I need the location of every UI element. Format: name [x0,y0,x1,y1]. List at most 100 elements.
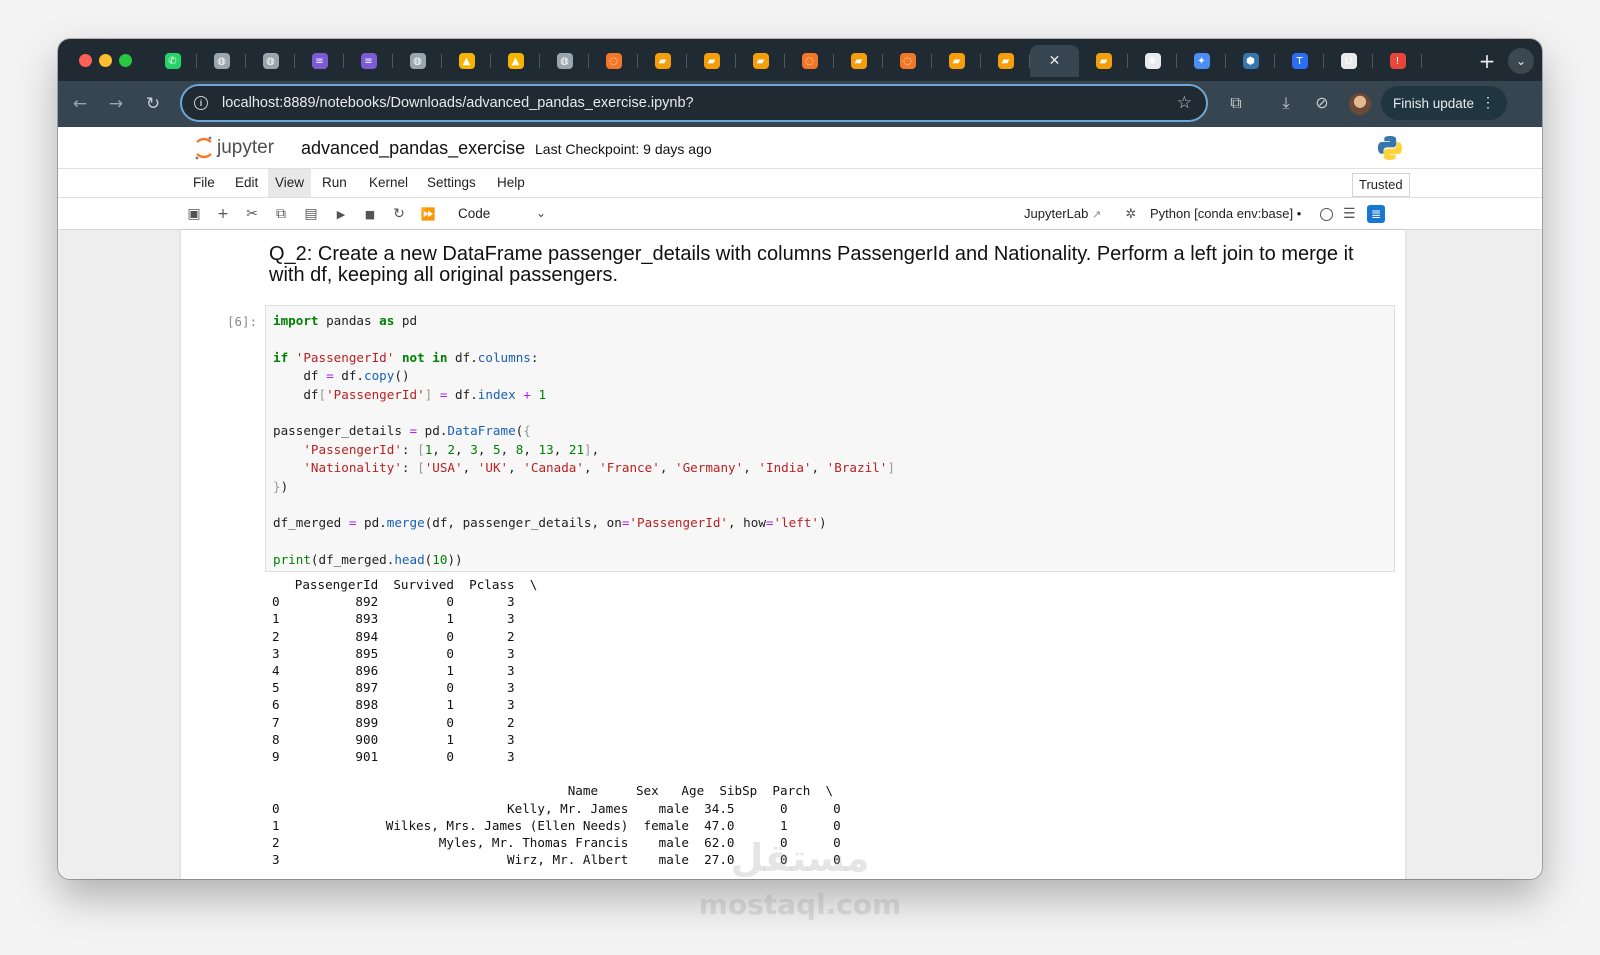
browser-tab[interactable]: ≡ [295,45,344,77]
globe-icon: ◍ [556,53,573,69]
menu-file[interactable]: File [186,169,222,197]
finish-update-button[interactable]: Finish update ⋮ [1381,86,1507,120]
site-info-icon[interactable]: i [194,96,208,110]
browser-tab[interactable]: ▰ [687,45,736,77]
back-icon[interactable]: ← [68,92,92,116]
browser-tab[interactable]: ▲ [491,45,540,77]
cell-output: PassengerId Survived Pclass \ 0 892 0 3 … [272,577,841,868]
list-icon: ≡ [311,53,328,69]
close-icon[interactable]: ✕ [1049,53,1061,69]
globe-icon: ◍ [409,53,426,69]
paste-icon[interactable]: ▤ [301,204,321,224]
browser-tab[interactable]: T [1275,45,1324,77]
cell-type-select[interactable]: Code [458,206,490,221]
execution-count: [6]: [227,314,258,329]
url-text[interactable]: localhost:8889/notebooks/Downloads/advan… [222,95,694,111]
browser-tab[interactable]: U [1324,45,1373,77]
bookmark-star-icon[interactable]: ☆ [1177,93,1192,113]
browser-tab[interactable]: ◍ [246,45,295,77]
browser-tab[interactable]: ◍ [197,45,246,77]
browser-tab[interactable]: ✕ [1030,45,1079,77]
tab-strip: ✆ ◍ ◍ ≡ ≡ ◍ ▲ ▲ ◍ ◌ ▰ ▰ ▰ ◌ ▰ ◌ ▰ ▰ ✕ ▰ ❀ ✦ ⬢ T U! + ⌄ [58,39,1542,81]
tab-list: ✆ ◍ ◍ ≡ ≡ ◍ ▲ ▲ ◍ ◌ ▰ ▰ ▰ ◌ ▰ ◌ ▰ ▰ ✕ ▰ ❀ ✦ ⬢ T U! [148,45,1422,77]
code-cell-editor[interactable]: import pandas as pd if 'PassengerId' not… [265,305,1395,572]
browser-tab[interactable]: ▰ [981,45,1030,77]
menu-view[interactable]: View [268,169,312,197]
forward-icon[interactable]: → [104,92,128,116]
browser-window: ✆ ◍ ◍ ≡ ≡ ◍ ▲ ▲ ◍ ◌ ▰ ▰ ▰ ◌ ▰ ◌ ▰ ▰ ✕ ▰ ❀ ✦ ⬢ T U! + ⌄ ← → ↻ i l… [58,39,1542,879]
kernel-name[interactable]: Python [conda env:base] • [1150,206,1301,221]
t-icon: T [1291,53,1308,69]
run-icon[interactable]: ▶ [331,204,351,224]
tab-search-button[interactable]: ⌄ [1508,48,1534,74]
run-all-icon[interactable]: ⏩ [418,204,438,224]
stop-icon[interactable]: ■ [360,204,380,224]
browser-toolbar: ← → ↻ i localhost:8889/notebooks/Downloa… [58,81,1542,127]
browser-tab[interactable]: ▰ [736,45,785,77]
browser-tab[interactable]: ◌ [883,45,932,77]
browser-tab[interactable]: ❀ [1128,45,1177,77]
reload-icon[interactable]: ↻ [141,92,165,116]
jupyter-header: jupyter advanced_pandas_exercise Last Ch… [58,127,1542,169]
extensions-icon[interactable]: ⧉ [1225,93,1247,113]
more-menu-icon[interactable]: ⋮ [1481,94,1495,111]
python-icon [1378,136,1402,160]
menu-run[interactable]: Run [315,169,354,197]
page-content: jupyter advanced_pandas_exercise Last Ch… [58,127,1542,879]
whatsapp-icon: ✆ [164,53,181,69]
watermark-latin: mostaql.com [698,888,902,921]
code-text[interactable]: import pandas as pd if 'PassengerId' not… [273,312,895,570]
browser-tab[interactable]: ◌ [785,45,834,77]
menu-kernel[interactable]: Kernel [362,169,415,197]
browser-tab[interactable]: ◌ [589,45,638,77]
jupyter-logo-text: jupyter [216,137,275,158]
address-bar[interactable]: i localhost:8889/notebooks/Downloads/adv… [180,84,1208,122]
profile-avatar[interactable] [1349,93,1371,115]
kernel-menu-icon[interactable]: ☰ [1343,206,1356,222]
notebook-toolbar: ▣ + ✂ ⧉ ▤ ▶ ■ ↻ ⏩ Code ⌄ JupyterLab ↗ ✲ … [58,198,1542,230]
browser-tab[interactable]: ! [1373,45,1422,77]
restart-icon[interactable]: ↻ [389,204,409,224]
jupyter-icon: ◌ [801,53,818,69]
new-tab-button[interactable]: + [1473,47,1501,75]
browser-tab[interactable]: ◍ [393,45,442,77]
save-icon[interactable]: ▣ [184,204,204,224]
trusted-indicator[interactable]: Trusted [1352,173,1410,197]
toc-icon[interactable]: ≣ [1367,205,1385,223]
book-icon: ▰ [850,53,867,69]
menu-help[interactable]: Help [490,169,532,197]
chevron-down-icon[interactable]: ⌄ [536,206,546,220]
browser-tab[interactable]: ⬢ [1226,45,1275,77]
browser-tab[interactable]: ▰ [932,45,981,77]
browser-tab[interactable]: ▰ [638,45,687,77]
close-window-button[interactable] [79,54,92,67]
cut-icon[interactable]: ✂ [242,204,262,224]
watermark-arabic: مستقل [730,836,870,880]
browser-tab[interactable]: ✆ [148,45,197,77]
markdown-cell[interactable]: Q_2: Create a new DataFrame passenger_de… [269,244,1389,286]
jupyter-icon: ◌ [605,53,622,69]
jupyterlab-link[interactable]: JupyterLab ↗ [1024,206,1101,221]
python-icon: ⬢ [1242,53,1259,69]
drive-icon: ▲ [507,53,524,69]
menu-settings[interactable]: Settings [420,169,483,197]
browser-tab[interactable]: ▲ [442,45,491,77]
browser-tab[interactable]: ▰ [834,45,883,77]
browser-tab[interactable]: ◍ [540,45,589,77]
browser-tab[interactable]: ✦ [1177,45,1226,77]
insert-cell-icon[interactable]: + [213,204,233,224]
minimize-window-button[interactable] [99,54,112,67]
browser-tab[interactable]: ▰ [1079,45,1128,77]
checkpoint-status: Last Checkpoint: 9 days ago [535,141,712,157]
jupyter-logo[interactable]: jupyter [193,135,283,161]
debugger-icon[interactable]: ✲ [1121,204,1141,224]
book-icon: ▰ [1095,53,1112,69]
maximize-window-button[interactable] [119,54,132,67]
download-icon[interactable]: ⤓ [1275,93,1297,113]
copy-icon[interactable]: ⧉ [271,204,291,224]
tab-separator [1421,54,1422,68]
notebook-name[interactable]: advanced_pandas_exercise [301,138,525,159]
menu-edit[interactable]: Edit [228,169,265,197]
performance-icon[interactable]: ⊘ [1311,93,1333,112]
browser-tab[interactable]: ≡ [344,45,393,77]
